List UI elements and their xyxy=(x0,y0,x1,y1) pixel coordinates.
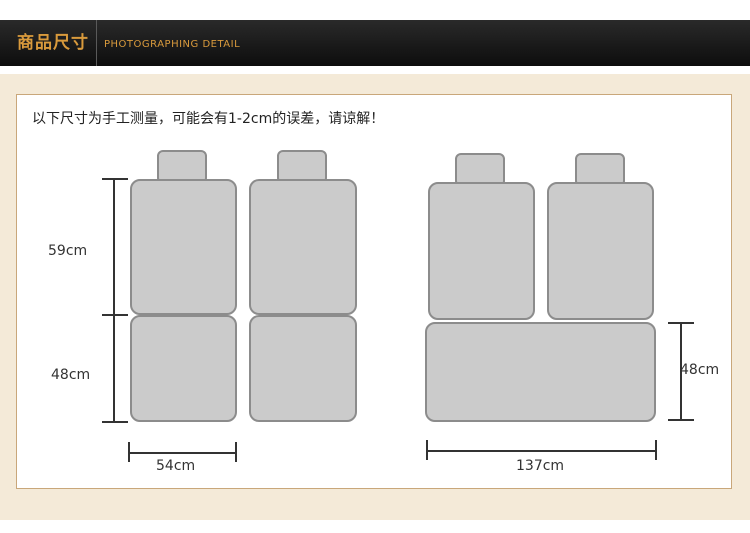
section-title: 商品尺寸 xyxy=(10,20,97,66)
front-width-label: 54cm xyxy=(156,458,196,474)
front-seat-1-cushion xyxy=(130,315,237,422)
section-subtitle: PHOTOGRAPHING DETAIL xyxy=(104,39,241,50)
rear-height-tick-top xyxy=(668,322,694,324)
measurement-note: 以下尺寸为手工测量，可能会有1-2cm的误差，请谅解！ xyxy=(32,111,385,127)
rear-height-tick-bottom xyxy=(668,419,694,421)
rear-width-label: 137cm xyxy=(516,458,565,474)
front-backrest-height-label: 59cm xyxy=(48,243,88,259)
front-seat-1-backrest xyxy=(130,179,237,315)
front-height-tick-top xyxy=(102,178,128,180)
front-width-tick-left xyxy=(128,442,130,462)
front-seat-2-cushion xyxy=(249,315,357,422)
front-cushion-height-label: 48cm xyxy=(51,367,91,383)
front-height-tick-bottom xyxy=(102,421,128,423)
front-height-tick-mid xyxy=(102,314,128,316)
rear-bench-cushion xyxy=(425,322,656,422)
rear-seat-2-backrest xyxy=(547,182,654,320)
rear-bench-height-label: 48cm xyxy=(680,362,720,378)
rear-width-tick-right xyxy=(655,440,657,460)
front-seat-2-backrest xyxy=(249,179,357,315)
rear-width-tick-left xyxy=(426,440,428,460)
section-header: 商品尺寸 PHOTOGRAPHING DETAIL xyxy=(0,20,750,66)
rear-width-line xyxy=(426,450,657,452)
front-height-line xyxy=(113,178,115,423)
front-width-tick-right xyxy=(235,442,237,462)
rear-seat-1-backrest xyxy=(428,182,535,320)
front-width-line xyxy=(128,452,237,454)
